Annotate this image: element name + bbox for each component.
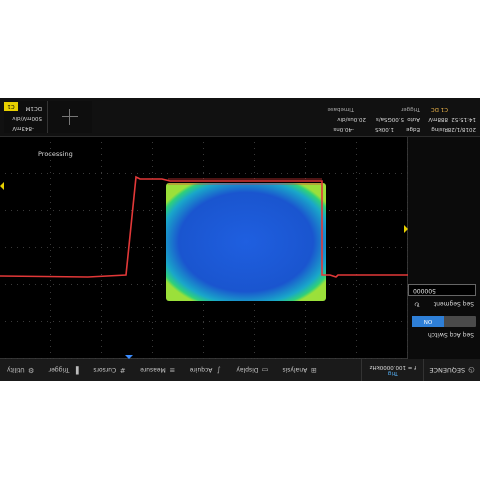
menu-analysis-label: Analysis bbox=[282, 366, 308, 374]
seq-acq-switch-toggle[interactable]: ON bbox=[412, 316, 476, 327]
menu-cursors-label: Cursors bbox=[93, 366, 117, 374]
trigger-icon: ▌ bbox=[73, 366, 79, 375]
history-icon: ◷ bbox=[468, 366, 475, 375]
menu-cursors[interactable]: # Cursors bbox=[86, 359, 133, 381]
trigger-mode: Auto bbox=[407, 116, 420, 122]
sequence-side-panel: Seq Acq Switch ON Seq Segment ↻ 500000 bbox=[407, 137, 480, 359]
seq-acq-switch-label: Seq Acq Switch bbox=[427, 331, 474, 338]
seq-segment-input[interactable]: 500000 bbox=[408, 284, 476, 296]
timebase-label: Timebase bbox=[327, 106, 354, 112]
menu-utility[interactable]: ⚙ Utility bbox=[0, 359, 42, 381]
menu-measure-label: Measure bbox=[140, 366, 166, 374]
menu-measure[interactable]: ≡ Measure bbox=[133, 359, 183, 381]
trig-frequency-value: f = 100.0000kHz bbox=[369, 364, 417, 370]
sequence-button[interactable]: ◷ SEQUENCE bbox=[423, 359, 480, 381]
menu-display[interactable]: ▭ Display bbox=[229, 359, 275, 381]
persistence-block bbox=[166, 183, 326, 301]
menu-acquire-label: Acquire bbox=[189, 366, 213, 374]
trigger-frequency-readout: Trig f = 100.0000kHz bbox=[361, 359, 424, 381]
trigger-label: Trigger bbox=[401, 106, 420, 112]
analysis-icon: ⊞ bbox=[310, 366, 317, 375]
channel-offset-marker[interactable] bbox=[0, 182, 4, 190]
cursors-icon: # bbox=[119, 366, 126, 375]
waveform-svg: Processing bbox=[0, 142, 408, 359]
trigger-type: Edge bbox=[406, 126, 420, 132]
channel-scale: 500mV/div bbox=[12, 115, 42, 121]
channel-coupling: DC1M bbox=[25, 105, 42, 111]
add-channel-box[interactable] bbox=[47, 101, 92, 133]
delay-value: -40.0ns bbox=[333, 126, 354, 132]
sample-rate: 5.00GSa/s bbox=[375, 116, 404, 122]
menu-utility-label: Utility bbox=[7, 366, 25, 374]
seq-segment-label: Seq Segment bbox=[433, 300, 474, 307]
timebase-trigger-info[interactable]: Timebase 20.0us/div -40.0ns 5.00GSa/s 1.… bbox=[326, 100, 476, 133]
waveform-display[interactable]: Processing bbox=[0, 137, 408, 359]
measure-icon: ≡ bbox=[169, 366, 176, 375]
time-display: 14:15:52 bbox=[451, 116, 476, 122]
menu-acquire[interactable]: ∫ Acquire bbox=[183, 359, 230, 381]
menu-trigger[interactable]: ▌ Trigger bbox=[42, 359, 87, 381]
menu-analysis[interactable]: ⊞ Analysis bbox=[275, 359, 324, 381]
trigger-slope: Rising bbox=[431, 126, 448, 132]
display-icon: ▭ bbox=[261, 366, 269, 375]
sequence-label: SEQUENCE bbox=[429, 366, 466, 374]
channel-badge: C1 bbox=[4, 102, 18, 111]
refresh-icon[interactable]: ↻ bbox=[414, 300, 420, 308]
record-length: 1.00kS bbox=[375, 126, 394, 132]
acquire-icon: ∫ bbox=[217, 366, 221, 375]
trig-label: Trig bbox=[387, 370, 398, 376]
timebase-value: 20.0us/div bbox=[337, 116, 366, 122]
bottom-menu-bar: ◷ SEQUENCE Trig f = 100.0000kHz ⊞ Analys… bbox=[0, 358, 480, 381]
trigger-source: C1 DC bbox=[430, 106, 448, 112]
trigger-level: 888mV bbox=[428, 116, 448, 122]
utility-icon: ⚙ bbox=[28, 366, 35, 375]
oscilloscope-screen: ◷ SEQUENCE Trig f = 100.0000kHz ⊞ Analys… bbox=[0, 98, 480, 381]
switch-on-state: ON bbox=[412, 316, 444, 327]
channel-offset: -843mV bbox=[12, 125, 34, 131]
menu-trigger-label: Trigger bbox=[48, 366, 70, 374]
menu-display-label: Display bbox=[236, 366, 259, 374]
processing-label: Processing bbox=[38, 150, 73, 158]
info-bar: Timebase 20.0us/div -40.0ns 5.00GSa/s 1.… bbox=[0, 98, 480, 137]
channel-1-descriptor[interactable]: C1 DC1M 500mV/div -843mV bbox=[4, 101, 92, 133]
date-display: 2018/1/28 bbox=[447, 126, 476, 132]
